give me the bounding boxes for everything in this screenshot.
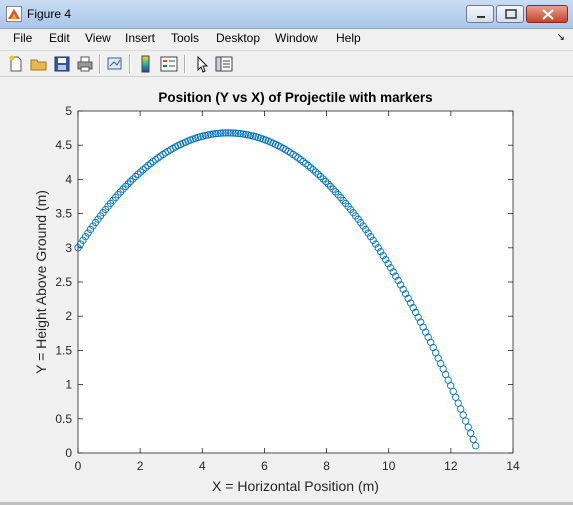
- open-folder-icon[interactable]: [29, 54, 49, 74]
- y-tick-label: 0.5: [55, 412, 72, 426]
- minimize-button[interactable]: [466, 5, 494, 23]
- menu-window[interactable]: Window: [275, 31, 318, 45]
- y-tick-label: 3.5: [55, 207, 72, 221]
- x-tick-label: 8: [323, 459, 330, 473]
- x-tick-label: 6: [261, 459, 268, 473]
- y-tick-label: 0: [65, 446, 72, 460]
- dock-arrow-icon[interactable]: ↘: [557, 32, 565, 43]
- figure-canvas: 0 2 4 6 8 10 12 14 0 0.5 1 1.5 2 2.5 3 3.5 4 4.5 5 Position…: [0, 78, 573, 505]
- toolbar-separator: [129, 55, 131, 73]
- x-tick-label: 2: [137, 459, 144, 473]
- menu-insert[interactable]: Insert: [125, 31, 155, 45]
- menu-file[interactable]: File: [13, 31, 32, 45]
- plot-tools-icon[interactable]: [214, 54, 234, 74]
- y-tick-label: 3: [65, 241, 72, 255]
- new-figure-icon[interactable]: [6, 54, 26, 74]
- link-plot-icon[interactable]: [105, 54, 125, 74]
- minimize-icon: [477, 16, 485, 18]
- y-tick-label: 2.5: [55, 275, 72, 289]
- close-button[interactable]: [526, 5, 568, 23]
- y-tick-label: 1.5: [55, 343, 72, 357]
- save-icon[interactable]: [52, 54, 72, 74]
- legend-icon[interactable]: [159, 54, 179, 74]
- close-icon: [542, 9, 554, 20]
- menu-bar: File Edit View Insert Tools Desktop Wind…: [0, 29, 573, 49]
- y-tick-label: 1: [65, 378, 72, 392]
- x-tick-label: 4: [199, 459, 206, 473]
- menu-desktop[interactable]: Desktop: [216, 31, 260, 45]
- x-tick-label: 10: [382, 459, 396, 473]
- edit-pointer-icon[interactable]: [192, 54, 212, 74]
- chart-title: Position (Y vs X) of Projectile with mar…: [158, 90, 432, 105]
- maximize-button[interactable]: [496, 5, 524, 23]
- y-axis-label: Y = Height Above Ground (m): [33, 190, 49, 374]
- x-tick-label: 12: [444, 459, 458, 473]
- toolbar-separator: [99, 55, 101, 73]
- y-tick-label: 2: [65, 309, 72, 323]
- y-tick-label: 4.5: [55, 138, 72, 152]
- menu-help[interactable]: Help: [336, 31, 361, 45]
- axes-box: [77, 110, 514, 454]
- matlab-icon: [6, 6, 22, 22]
- toolbar-separator: [184, 55, 186, 73]
- menu-tools[interactable]: Tools: [171, 31, 199, 45]
- print-icon[interactable]: [75, 54, 95, 74]
- x-axis-label: X = Horizontal Position (m): [212, 478, 379, 494]
- menu-view[interactable]: View: [85, 31, 111, 45]
- y-tick-label: 5: [65, 104, 72, 118]
- figure-toolbar: [0, 50, 573, 77]
- maximize-icon: [505, 9, 517, 19]
- x-tick-label: 14: [506, 459, 520, 473]
- window-titlebar: Figure 4: [0, 0, 573, 29]
- projectile-chart: 0 2 4 6 8 10 12 14 0 0.5 1 1.5 2 2.5 3 3.5 4 4.5 5 Position…: [33, 90, 520, 494]
- colorbar-icon[interactable]: [136, 54, 156, 74]
- window-title: Figure 4: [27, 7, 72, 21]
- y-tick-label: 4: [65, 172, 72, 186]
- x-tick-label: 0: [75, 459, 82, 473]
- menu-edit[interactable]: Edit: [49, 31, 70, 45]
